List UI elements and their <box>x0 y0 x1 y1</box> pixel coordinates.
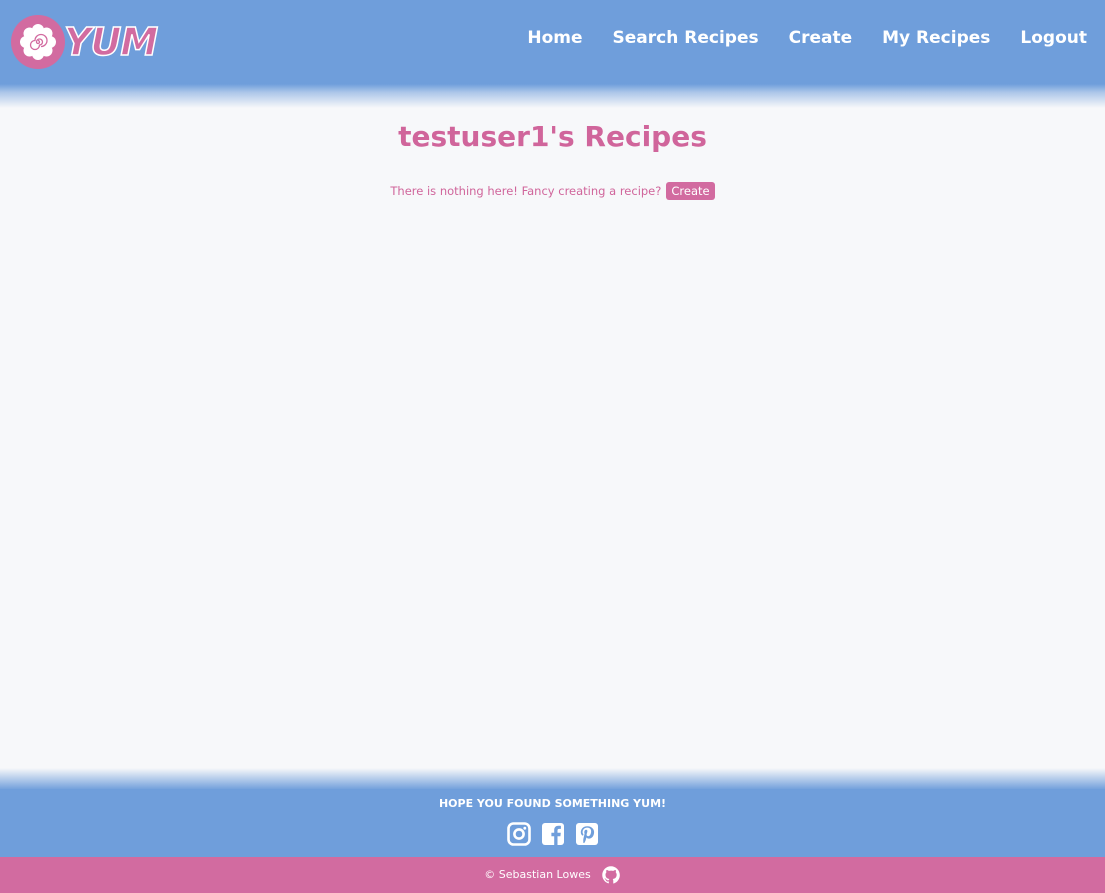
empty-message: There is nothing here! Fancy creating a … <box>390 184 662 198</box>
pinterest-icon[interactable] <box>575 822 599 846</box>
logo-link[interactable]: YUM <box>10 14 159 70</box>
create-recipe-button[interactable]: Create <box>666 182 715 200</box>
main-nav: Home Search Recipes Create My Recipes Lo… <box>527 24 1087 52</box>
nav-create[interactable]: Create <box>789 24 853 52</box>
logo-text: YUM <box>63 20 159 64</box>
footer-shadow <box>0 768 1105 790</box>
instagram-icon[interactable] <box>506 822 531 846</box>
footer-tagline: HOPE YOU FOUND SOMETHING YUM! <box>438 797 667 810</box>
nav-search-recipes[interactable]: Search Recipes <box>613 24 759 52</box>
empty-state: There is nothing here! Fancy creating a … <box>0 182 1105 200</box>
copyright-text: © Sebastian Lowes <box>484 868 591 881</box>
nav-my-recipes[interactable]: My Recipes <box>882 24 990 52</box>
nav-logout[interactable]: Logout <box>1020 24 1087 52</box>
copyright-bar: © Sebastian Lowes <box>0 857 1105 893</box>
nav-home[interactable]: Home <box>527 24 582 52</box>
site-footer: HOPE YOU FOUND SOMETHING YUM! <box>0 789 1105 857</box>
site-header: YUM Home Search Recipes Create My Recipe… <box>0 0 1105 84</box>
logo-icon <box>11 15 65 69</box>
github-icon[interactable] <box>601 865 621 885</box>
page-title: testuser1's Recipes <box>398 120 707 153</box>
social-links <box>0 822 1105 846</box>
facebook-icon[interactable] <box>541 822 565 846</box>
header-shadow <box>0 84 1105 108</box>
